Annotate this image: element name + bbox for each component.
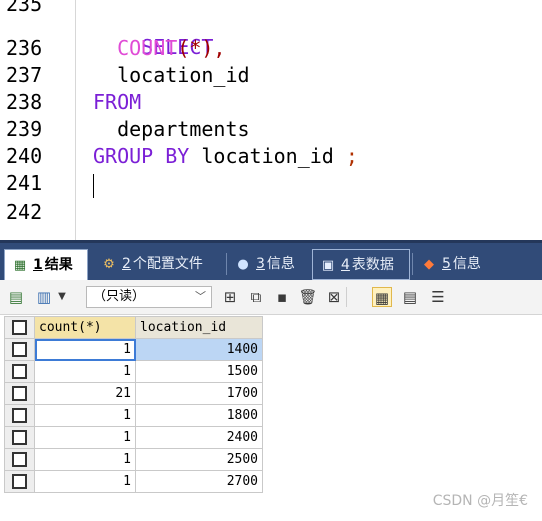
code-line: GROUP BY location_id ; [93,143,358,170]
watermark: CSDN @月笙€ [432,493,528,509]
semicolon: ; [345,144,358,168]
function-count: COUNT [117,36,178,60]
cell-count[interactable]: 1 [34,338,136,361]
table-row[interactable]: 1 2500 [4,448,263,471]
result-toolbar: ▤ ▥ ▼ （只读） ﹀ ⊞ ⧉ ▪ 🗑 ⊠ ▦ ▤ ☰ [0,280,542,315]
line-number: 239 [6,117,43,141]
result-grid: count(*) location_id 1 1400 1 1500 21 17… [4,316,263,493]
add-row-icon[interactable]: ⊞ [220,287,240,307]
code-line: FROM [93,89,141,116]
tab-info[interactable]: ● 3 信息 [228,249,308,280]
line-number-gutter: 235 236 237 238 239 240 241 242 [0,0,76,240]
cell-location-id[interactable]: 1700 [135,382,263,405]
tab-divider [412,253,413,275]
tab-profiles[interactable]: ⚙ 2 个配置文件 [94,249,224,280]
info-flag-icon: ◆ [424,257,434,272]
trash-icon[interactable]: 🗑 [298,287,318,307]
result-tab-bar: ▦ 1 结果 ⚙ 2 个配置文件 ● 3 信息 ▣ 4 表数据 ◆ 5 信息 [0,240,542,280]
line-number: 238 [6,90,43,114]
tab-divider [226,253,227,275]
row-checkbox[interactable] [4,426,35,449]
row-checkbox[interactable] [4,448,35,471]
sql-editor[interactable]: 235 236 237 238 239 240 241 242 SELECT C… [0,0,542,240]
cell-count[interactable]: 1 [34,360,136,383]
table-identifier: departments [117,117,250,141]
tab-info-2[interactable]: ◆ 5 信息 [414,249,500,280]
text-caret [93,174,94,198]
line-number: 240 [6,144,43,168]
count-args: (*), [177,36,226,60]
cell-location-id[interactable]: 2500 [135,448,263,471]
column-identifier: location_id [117,63,250,87]
cell-location-id[interactable]: 1500 [135,360,263,383]
tab-table-data[interactable]: ▣ 4 表数据 [312,249,410,280]
cell-location-id[interactable]: 2400 [135,426,263,449]
cell-count[interactable]: 21 [34,382,136,405]
table-row[interactable]: 1 1400 [4,338,263,361]
table-row[interactable]: 1 1800 [4,404,263,427]
column-header-location-id[interactable]: location_id [135,316,263,339]
form-view-icon[interactable]: ▤ [400,287,420,307]
header-row: count(*) location_id [4,316,263,339]
cancel-changes-icon[interactable]: ⊠ [324,287,344,307]
duplicate-row-icon[interactable]: ⧉ [246,287,266,307]
row-checkbox[interactable] [4,338,35,361]
table-row[interactable]: 21 1700 [4,382,263,405]
keyword-group-by: GROUP BY [93,144,190,168]
cell-count[interactable]: 1 [34,448,136,471]
row-checkbox[interactable] [4,470,35,493]
cell-count[interactable]: 1 [34,404,136,427]
column-header-count[interactable]: count(*) [34,316,136,339]
text-view-icon[interactable]: ☰ [428,287,448,307]
export-icon[interactable]: ▤ [6,287,26,307]
code-line: SELECT [93,7,213,59]
cell-location-id[interactable]: 1400 [135,338,263,361]
grid-view-icon[interactable]: ▦ [372,287,392,307]
save-icon[interactable]: ▪ [272,287,292,307]
table-data-icon: ▣ [321,258,335,273]
row-checkbox[interactable] [4,382,35,405]
toolbar-divider [346,287,347,307]
keyword-from: FROM [93,90,142,114]
row-checkbox[interactable] [4,404,35,427]
import-icon[interactable]: ▥ [34,287,54,307]
line-number: 242 [6,200,43,224]
table-row[interactable]: 1 2700 [4,470,263,493]
read-only-mode-select[interactable]: （只读） ﹀ [86,286,212,308]
tab-results[interactable]: ▦ 1 结果 [4,249,88,280]
line-number: 241 [6,171,43,195]
code-line: location_id [93,62,250,89]
cell-count[interactable]: 1 [34,470,136,493]
cell-count[interactable]: 1 [34,426,136,449]
row-checkbox[interactable] [4,360,35,383]
chevron-down-icon: ﹀ [195,290,206,303]
table-row[interactable]: 1 2400 [4,426,263,449]
group-column: location_id [201,144,334,168]
cell-location-id[interactable]: 2700 [135,470,263,493]
select-all-checkbox[interactable] [4,316,35,339]
chevron-down-icon[interactable]: ▼ [56,287,68,307]
cell-location-id[interactable]: 1800 [135,404,263,427]
code-line: COUNT(*), [93,35,225,62]
code-line: departments [93,116,250,143]
line-number: 236 [6,36,43,60]
line-number: 235 [6,0,43,16]
line-number: 237 [6,63,43,87]
info-icon: ● [237,257,249,272]
table-icon: ▦ [13,258,27,273]
profile-icon: ⚙ [103,257,115,272]
table-row[interactable]: 1 1500 [4,360,263,383]
